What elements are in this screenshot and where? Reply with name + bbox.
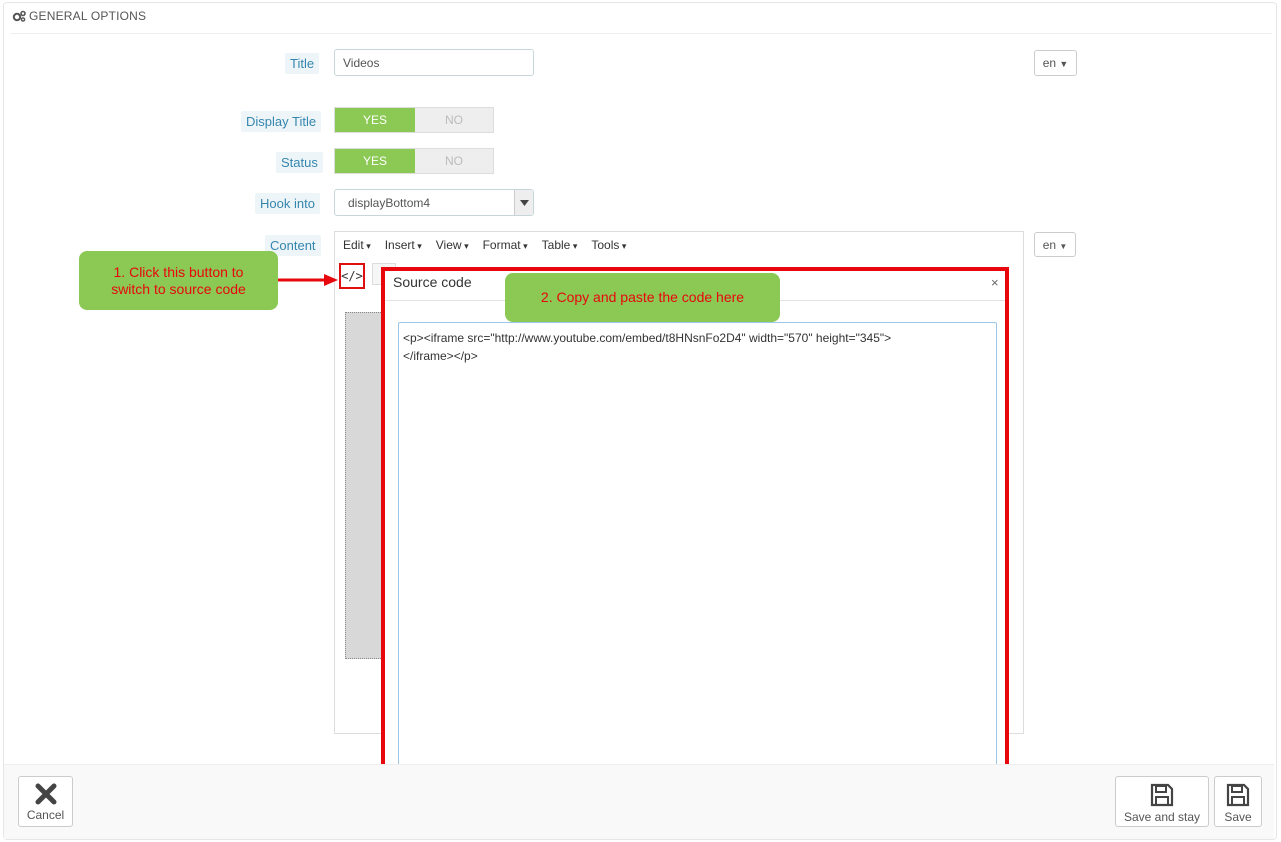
status-switch[interactable]: YES NO: [334, 148, 494, 174]
hook-into-label: Hook into: [255, 193, 320, 214]
display-title-no[interactable]: NO: [415, 108, 493, 132]
callout-step-1-text: 1. Click this button to switch to source…: [111, 263, 246, 297]
save-icon: [1226, 783, 1250, 807]
modal-title: Source code: [393, 274, 472, 290]
menu-format[interactable]: Format: [483, 238, 528, 252]
title-language-label: en: [1042, 56, 1057, 70]
title-language-button[interactable]: en ▼: [1034, 50, 1077, 76]
close-icon[interactable]: ×: [991, 275, 999, 290]
callout-step-2: 2. Copy and paste the code here: [505, 273, 780, 322]
display-title-switch[interactable]: YES NO: [334, 107, 494, 133]
cancel-button[interactable]: Cancel: [18, 776, 73, 827]
save-button[interactable]: Save: [1214, 776, 1262, 827]
source-code-button[interactable]: </>: [339, 263, 365, 289]
hook-into-value: displayBottom4: [348, 196, 431, 210]
source-code-textarea[interactable]: <p><iframe src="http://www.youtube.com/e…: [398, 322, 997, 822]
editor-menubar: Edit Insert View Format Table Tools: [343, 238, 626, 252]
status-yes[interactable]: YES: [335, 149, 415, 173]
title-input[interactable]: Videos: [334, 49, 534, 76]
display-title-label: Display Title: [241, 111, 322, 132]
hook-into-select[interactable]: displayBottom4: [334, 189, 534, 216]
callout-step-2-text: 2. Copy and paste the code here: [540, 289, 745, 305]
callout-step-1: 1. Click this button to switch to source…: [79, 251, 278, 310]
title-label: Title: [285, 53, 320, 74]
menu-edit[interactable]: Edit: [343, 238, 371, 252]
caret-down-icon: ▼: [1059, 242, 1068, 251]
panel-heading-text: GENERAL OPTIONS: [29, 9, 147, 23]
editor-content-placeholder: [345, 312, 385, 659]
caret-down-icon: ▼: [1059, 59, 1069, 69]
content-language-label: en: [1042, 238, 1057, 252]
chevron-down-icon: [514, 190, 533, 215]
status-no[interactable]: NO: [415, 149, 493, 173]
cancel-label: Cancel: [26, 808, 65, 822]
code-icon: </>: [341, 269, 363, 283]
save-and-stay-label: Save and stay: [1123, 810, 1201, 824]
content-language-button[interactable]: en ▼: [1034, 232, 1076, 257]
display-title-yes[interactable]: YES: [335, 108, 415, 132]
heading-divider: [10, 33, 1272, 34]
status-label: Status: [276, 152, 323, 173]
menu-view[interactable]: View: [436, 238, 469, 252]
cogs-icon: [12, 10, 26, 22]
menu-insert[interactable]: Insert: [385, 238, 422, 252]
save-and-stay-button[interactable]: Save and stay: [1115, 776, 1209, 827]
close-icon: [35, 783, 56, 805]
save-icon: [1150, 783, 1174, 807]
form-footer: [4, 764, 1274, 839]
menu-tools[interactable]: Tools: [591, 238, 626, 252]
panel-heading: GENERAL OPTIONS: [12, 9, 146, 23]
menu-table[interactable]: Table: [542, 238, 578, 252]
arrow-right-icon: [278, 274, 338, 286]
save-label: Save: [1224, 810, 1252, 824]
